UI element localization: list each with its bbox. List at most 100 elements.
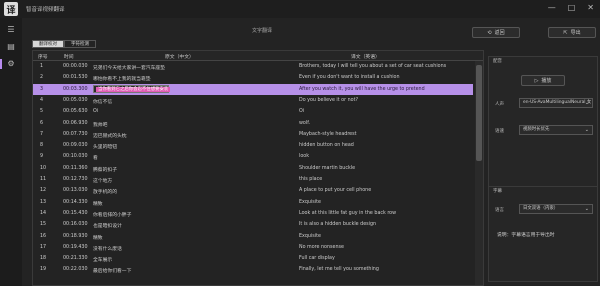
- table-row[interactable]: 5 00:05.630 Oi Oi: [33, 106, 473, 117]
- export-button[interactable]: ⇱ 导出: [548, 27, 596, 38]
- voice-panel-title: 配音: [493, 59, 502, 64]
- row-source-text: 全车展示: [93, 258, 113, 264]
- table-row[interactable]: 3 00:03.300 当你看到它之后你会忍不住想要安装 After you watc…: [33, 83, 473, 95]
- row-time: 00:21.330: [63, 256, 88, 262]
- table-row[interactable]: 12 00:13.030 放手机的的 A place to put your cell…: [33, 185, 473, 196]
- table-row[interactable]: 6 00:06.930 我帅吧 wolf.: [33, 118, 473, 129]
- row-time: 00:01.530: [63, 75, 88, 81]
- row-source-text: 头里的暗钮: [93, 145, 117, 151]
- row-time: 00:14.330: [63, 199, 88, 205]
- row-target-text: Oi: [299, 109, 305, 115]
- row-number: 3: [40, 86, 44, 92]
- table-row[interactable]: 15 00:16.030 也是暗扣设计 It is also a hidden buc…: [33, 219, 473, 230]
- row-number: 18: [40, 256, 47, 262]
- chevron-down-icon: ⌄: [584, 127, 589, 133]
- section-title: 文字翻译: [252, 28, 273, 34]
- table-row[interactable]: 1 00:00.030 兄弟们今天给大家讲一套汽车座垫 Brothers, today…: [33, 61, 473, 72]
- row-source-text: 我帅吧: [93, 122, 108, 128]
- row-number: 12: [40, 188, 47, 194]
- table-row[interactable]: 2 00:01.530 哪怕你看不上我的就当靠垫 Even if you don't …: [33, 72, 473, 83]
- row-number: 6: [40, 120, 44, 126]
- row-number: 10: [40, 165, 47, 171]
- sidebar: ☰ ▤ ⚙: [0, 18, 22, 286]
- row-number: 19: [40, 267, 47, 273]
- voice-select[interactable]: en-US-AvaMultilingualNeural 女 ⌄: [519, 98, 593, 108]
- table-row[interactable]: 11 00:12.730 这个地方 this place: [33, 174, 473, 185]
- voice-select-value: en-US-AvaMultilingualNeural 女: [523, 100, 592, 105]
- row-target-text: Full car display: [299, 256, 335, 262]
- app-logo: 译: [4, 2, 18, 16]
- row-number: 16: [40, 233, 47, 239]
- row-time: 00:05.030: [63, 97, 88, 103]
- source-edit-field[interactable]: 当你看到它之后你会忍不住想要安装: [93, 85, 171, 94]
- row-source-text: 你信不信: [93, 99, 113, 105]
- speed-select[interactable]: 视频时长优先 ⌄: [519, 125, 593, 135]
- vertical-scrollbar[interactable]: [475, 61, 483, 285]
- row-target-text: Do you believe it or not?: [299, 97, 358, 103]
- row-source-text: 哪怕你看不上我的就当靠垫: [93, 77, 151, 83]
- scrollbar-thumb[interactable]: [476, 65, 482, 161]
- play-label: 播放: [541, 78, 552, 84]
- row-time: 00:06.930: [63, 120, 88, 126]
- row-target-text: Shoulder martin buckle: [299, 165, 356, 171]
- back-icon: ⟲: [487, 29, 492, 36]
- tab-character-check[interactable]: 字符检测: [64, 40, 96, 48]
- row-target-text: A place to put your cell phone: [299, 188, 372, 194]
- row-source-text: 最后给你们看一下: [93, 269, 132, 275]
- row-number: 11: [40, 177, 47, 182]
- subtitle-hint: 说明：字幕语言用于导出时: [497, 233, 555, 238]
- col-header-source: 原文（中文）: [165, 55, 194, 60]
- row-time: 00:03.300: [63, 86, 88, 92]
- row-time: 00:00.030: [63, 64, 88, 69]
- row-time: 00:18.930: [63, 233, 88, 239]
- table-row[interactable]: 16 00:18.930 精致 Exquisite: [33, 231, 473, 242]
- row-number: 5: [40, 109, 44, 115]
- row-target-text: Brothers, today I will tell you about a …: [299, 64, 447, 69]
- table-row[interactable]: 8 00:09.030 头里的暗钮 hidden button on head: [33, 140, 473, 151]
- table-row[interactable]: 17 00:19.430 没有什么废话 No more nonsense: [33, 242, 473, 253]
- table-row[interactable]: 7 00:07.730 迈巴赫式的头枕 Maybach-style headrest: [33, 129, 473, 140]
- menu-icon[interactable]: ☰: [6, 25, 16, 34]
- main-area: 文字翻译 ⟲ 返回 ⇱ 导出 翻译校对 字符检测 序号 时间 原文（中文） 译文…: [22, 18, 600, 286]
- row-target-text: Exquisite: [299, 233, 321, 239]
- col-header-target: 译文（英语）: [351, 55, 380, 60]
- table-row[interactable]: 9 00:10.030 看 look: [33, 151, 473, 162]
- row-number: 2: [40, 75, 44, 81]
- row-target-text: wolf.: [299, 120, 311, 126]
- row-source-text: 兄弟们今天给大家讲一套汽车座垫: [93, 66, 165, 71]
- row-time: 00:10.030: [63, 154, 88, 160]
- minimize-button[interactable]: —: [548, 3, 556, 12]
- close-button[interactable]: ✕: [587, 3, 594, 12]
- chevron-down-icon: ⌄: [584, 100, 589, 106]
- language-select[interactable]: 日文双语（内嵌） ⌄: [519, 204, 593, 214]
- row-time: 00:16.030: [63, 222, 88, 228]
- col-header-no: 序号: [38, 55, 48, 60]
- row-target-text: this place: [299, 177, 323, 182]
- tab-translation-proofread[interactable]: 翻译校对: [32, 40, 64, 48]
- row-source-text: 精致: [93, 235, 103, 241]
- row-source-text: 也是暗扣设计: [93, 224, 122, 230]
- table-row[interactable]: 19 00:22.030 最后给你们看一下 Finally, let me tell …: [33, 264, 473, 275]
- app-title: 智音译视频翻译: [26, 7, 65, 13]
- row-target-text: It is also a hidden buckle design: [299, 222, 377, 228]
- table-row[interactable]: 14 00:15.430 你看后排的小胖子 Look at this little f…: [33, 208, 473, 219]
- table-row[interactable]: 18 00:21.330 全车展示 Full car display: [33, 253, 473, 264]
- back-button[interactable]: ⟲ 返回: [472, 27, 520, 38]
- document-icon[interactable]: ▤: [6, 42, 16, 51]
- row-source-text: 精致: [93, 201, 103, 207]
- back-label: 返回: [494, 30, 505, 36]
- maximize-button[interactable]: □: [568, 3, 576, 12]
- row-source-text: 迈巴赫式的头枕: [93, 133, 127, 139]
- row-time: 00:22.030: [63, 267, 88, 273]
- table-row[interactable]: 4 00:05.030 你信不信 Do you believe it or not?: [33, 95, 473, 106]
- row-time: 00:12.730: [63, 177, 88, 182]
- table-row[interactable]: 10 00:11.360 腾蔡的扣子 Shoulder martin buckle: [33, 163, 473, 174]
- speed-select-value: 视频时长优先: [523, 127, 550, 132]
- row-target-text: Maybach-style headrest: [299, 131, 357, 137]
- row-source-text: 腾蔡的扣子: [93, 167, 117, 173]
- tab-bar: 翻译校对 字符检测: [32, 40, 96, 48]
- row-time: 00:09.030: [63, 143, 88, 149]
- play-button[interactable]: ▷ 播放: [521, 75, 565, 86]
- table-row[interactable]: 13 00:14.330 精致 Exquisite: [33, 197, 473, 208]
- settings-icon[interactable]: ⚙: [6, 59, 16, 68]
